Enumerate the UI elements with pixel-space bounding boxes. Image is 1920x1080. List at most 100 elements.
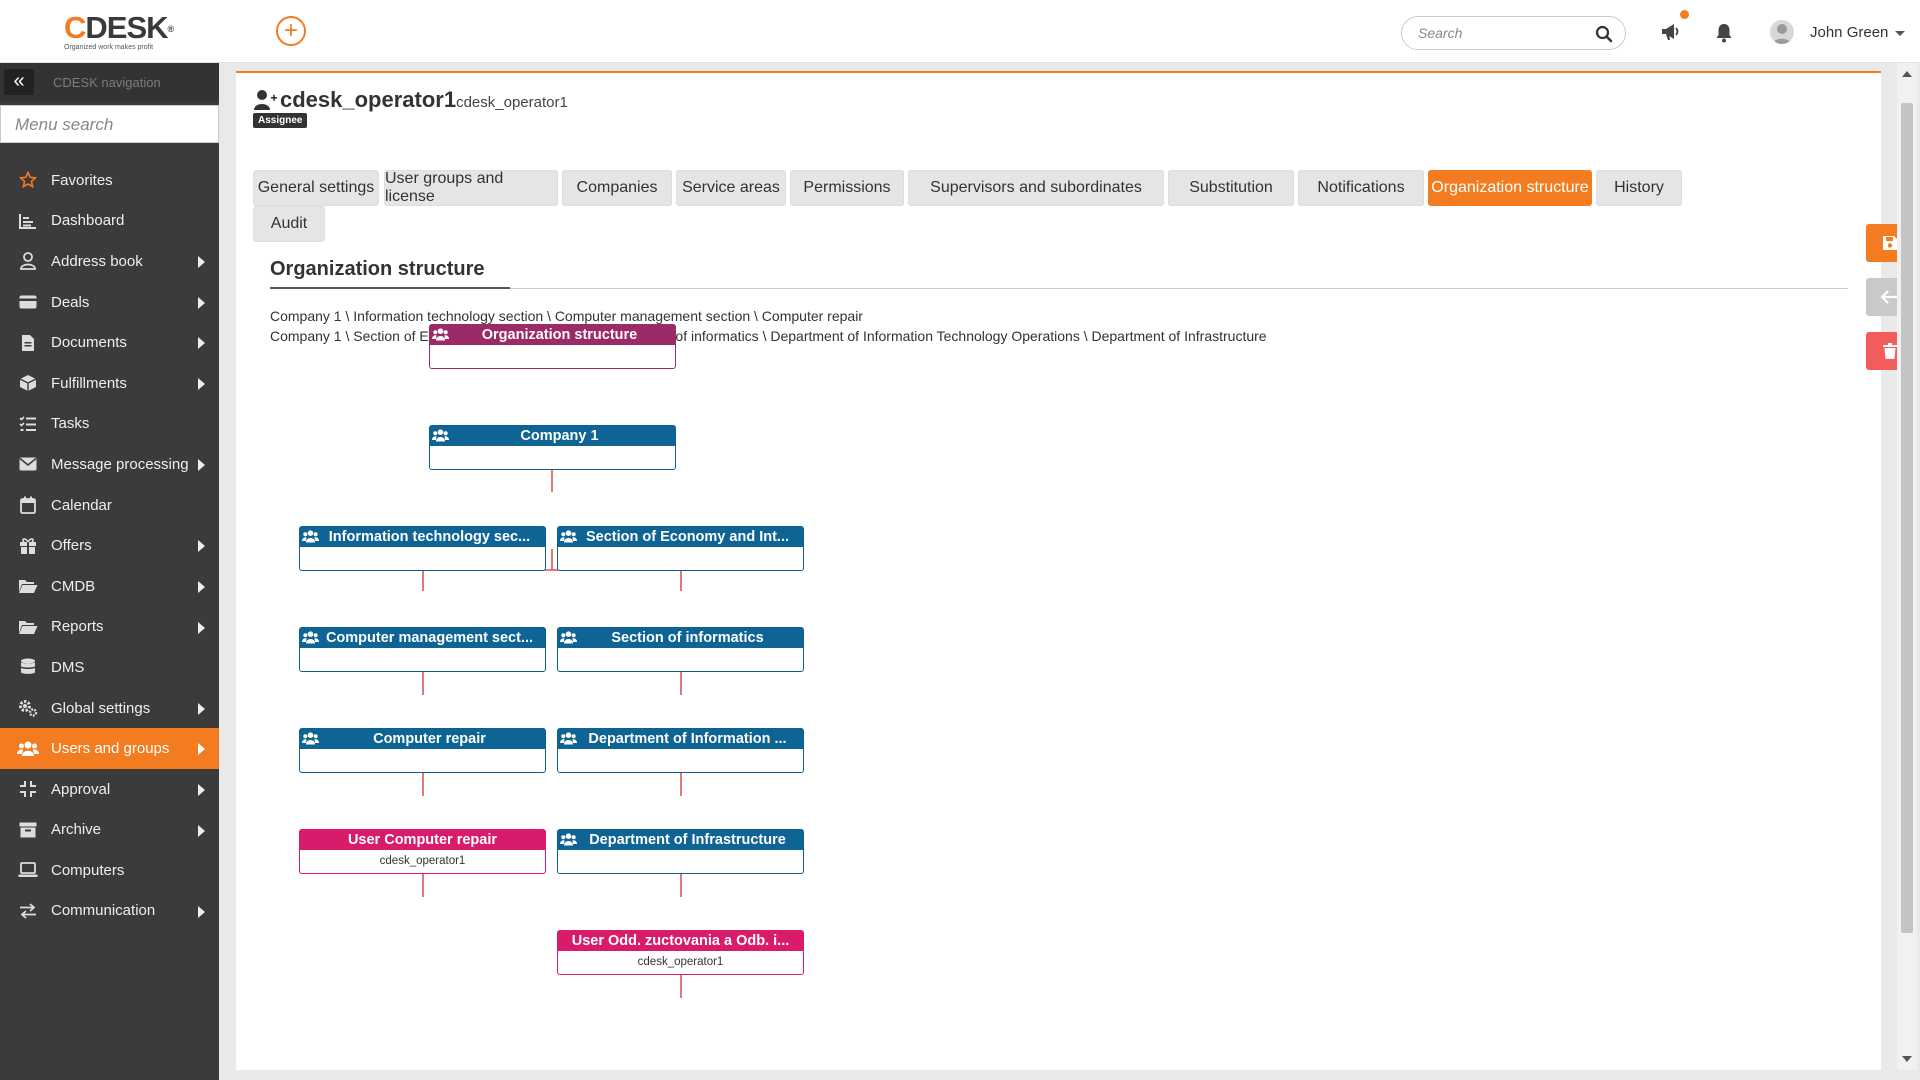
gift-icon: [17, 535, 39, 557]
sidebar-item-favorites[interactable]: Favorites: [0, 160, 219, 201]
org-unit-node[interactable]: Company 1: [429, 425, 676, 470]
org-node-label: Department of Information ...: [588, 731, 787, 747]
org-node-label: User Computer repair: [347, 832, 498, 848]
org-user-node[interactable]: User Odd. zuctovania a Odb. i... cdesk_op…: [557, 930, 804, 975]
calendar-icon: [17, 494, 39, 516]
save-icon: [1883, 236, 1897, 250]
search-icon[interactable]: [1595, 25, 1613, 43]
sidebar-item-label: Offers: [51, 537, 92, 555]
org-unit-node[interactable]: Computer repair: [299, 728, 546, 773]
sidebar-item-archive[interactable]: Archive: [0, 810, 219, 851]
logo-tagline: Organized work makes profit: [64, 44, 154, 51]
org-node-title: Department of Infrastructure: [558, 830, 803, 850]
bell-icon[interactable]: [1715, 23, 1733, 43]
menu-search-input[interactable]: [15, 115, 215, 135]
sidebar-item-deals[interactable]: Deals: [0, 282, 219, 323]
chevron-right-icon[interactable]: [198, 743, 205, 756]
scroll-up-arrow[interactable]: [1902, 71, 1912, 77]
folder-open-icon: [17, 616, 39, 638]
org-node-body: [300, 749, 545, 772]
org-node-label: Department of Infrastructure: [589, 832, 786, 848]
org-unit-node[interactable]: Organization structure: [429, 324, 676, 369]
org-node-body: [430, 345, 675, 368]
org-node-label: Company 1: [520, 428, 599, 444]
org-unit-node[interactable]: Computer management sect...: [299, 627, 546, 672]
exchange-icon: [17, 900, 39, 922]
chevron-right-icon[interactable]: [198, 377, 205, 390]
org-node-title: Department of Information ...: [558, 729, 803, 749]
org-unit-node[interactable]: Department of Infrastructure: [557, 829, 804, 874]
sidebar-item-message-processing[interactable]: Message processing: [0, 444, 219, 485]
collapse-sidebar-button[interactable]: «: [4, 69, 34, 95]
sidebar-item-label: Global settings: [51, 699, 151, 717]
chevron-right-icon[interactable]: [198, 702, 205, 715]
sidebar-item-offers[interactable]: Offers: [0, 525, 219, 566]
chevron-right-icon[interactable]: [198, 459, 205, 472]
sidebar-title: CDESK navigation: [53, 75, 161, 90]
group-icon: [302, 530, 319, 543]
menu-search[interactable]: [0, 105, 219, 143]
sidebar-item-tasks[interactable]: Tasks: [0, 404, 219, 445]
group-icon: [560, 732, 577, 745]
avatar-person-icon: [1773, 24, 1791, 44]
document-icon: [17, 332, 39, 354]
chevron-down-icon[interactable]: [1895, 31, 1905, 36]
sidebar-item-label: Users and groups: [51, 740, 170, 758]
sidebar-item-fulfillments[interactable]: Fulfillments: [0, 363, 219, 404]
org-node-body: [558, 547, 803, 570]
card-icon: [17, 291, 39, 313]
add-new-button[interactable]: +: [276, 16, 306, 46]
org-node-title: Section of informatics: [558, 628, 803, 648]
sidebar-item-label: Fulfillments: [51, 374, 127, 392]
sidebar-item-global-settings[interactable]: Global settings: [0, 688, 219, 729]
org-unit-node[interactable]: Section of Economy and Int...: [557, 526, 804, 571]
scroll-thumb[interactable]: [1901, 103, 1913, 933]
chevron-right-icon[interactable]: [198, 256, 205, 269]
sidebar-item-label: Tasks: [51, 415, 90, 433]
org-unit-node[interactable]: Section of informatics: [557, 627, 804, 672]
sidebar-item-calendar[interactable]: Calendar: [0, 485, 219, 526]
org-node-label: Information technology sec...: [328, 529, 531, 545]
sidebar-item-dms[interactable]: DMS: [0, 647, 219, 688]
org-node-label: User Odd. zuctovania a Odb. i...: [571, 933, 790, 949]
sidebar-item-documents[interactable]: Documents: [0, 322, 219, 363]
search-input[interactable]: [1418, 25, 1588, 41]
chevron-right-icon[interactable]: [198, 580, 205, 593]
sidebar-item-users-and-groups[interactable]: Users and groups: [0, 728, 219, 769]
org-node-body: [558, 850, 803, 873]
group-icon: [560, 631, 577, 644]
chevron-right-icon[interactable]: [198, 783, 205, 796]
sidebar-item-label: Favorites: [51, 171, 113, 189]
users-icon: [17, 738, 39, 760]
chevron-right-icon[interactable]: [198, 296, 205, 309]
sidebar-item-address-book[interactable]: Address book: [0, 241, 219, 282]
avatar[interactable]: [1770, 20, 1794, 44]
sidebar: « CDESK navigation Favorites Dashboard Add…: [0, 63, 219, 1080]
envelope-icon: [17, 453, 39, 475]
box-icon: [17, 372, 39, 394]
cdesk-logo[interactable]: CDESK® Organized work makes profit: [64, 12, 194, 54]
sidebar-item-dashboard[interactable]: Dashboard: [0, 201, 219, 242]
chevron-right-icon[interactable]: [198, 540, 205, 553]
scroll-down-arrow[interactable]: [1902, 1056, 1912, 1062]
chevron-right-icon[interactable]: [198, 905, 205, 918]
org-node-title: Information technology sec...: [300, 527, 545, 547]
megaphone-icon[interactable]: [1660, 22, 1682, 42]
org-chart: Organization structure Company 1 Informati…: [236, 73, 1881, 1072]
global-search[interactable]: [1401, 16, 1626, 50]
org-user-node[interactable]: User Computer repair cdesk_operator1: [299, 829, 546, 874]
sidebar-item-label: Calendar: [51, 496, 112, 514]
user-name[interactable]: John Green: [1810, 24, 1888, 41]
page-scrollbar[interactable]: [1897, 63, 1917, 1070]
chevron-right-icon[interactable]: [198, 824, 205, 837]
sidebar-item-reports[interactable]: Reports: [0, 607, 219, 648]
org-unit-node[interactable]: Department of Information ...: [557, 728, 804, 773]
sidebar-item-cmdb[interactable]: CMDB: [0, 566, 219, 607]
sidebar-item-computers[interactable]: Computers: [0, 850, 219, 891]
org-unit-node[interactable]: Information technology sec...: [299, 526, 546, 571]
chevron-right-icon[interactable]: [198, 621, 205, 634]
sidebar-item-communication[interactable]: Communication: [0, 891, 219, 932]
sidebar-item-approval[interactable]: Approval: [0, 769, 219, 810]
sidebar-item-label: Computers: [51, 861, 125, 879]
chevron-right-icon[interactable]: [198, 337, 205, 350]
